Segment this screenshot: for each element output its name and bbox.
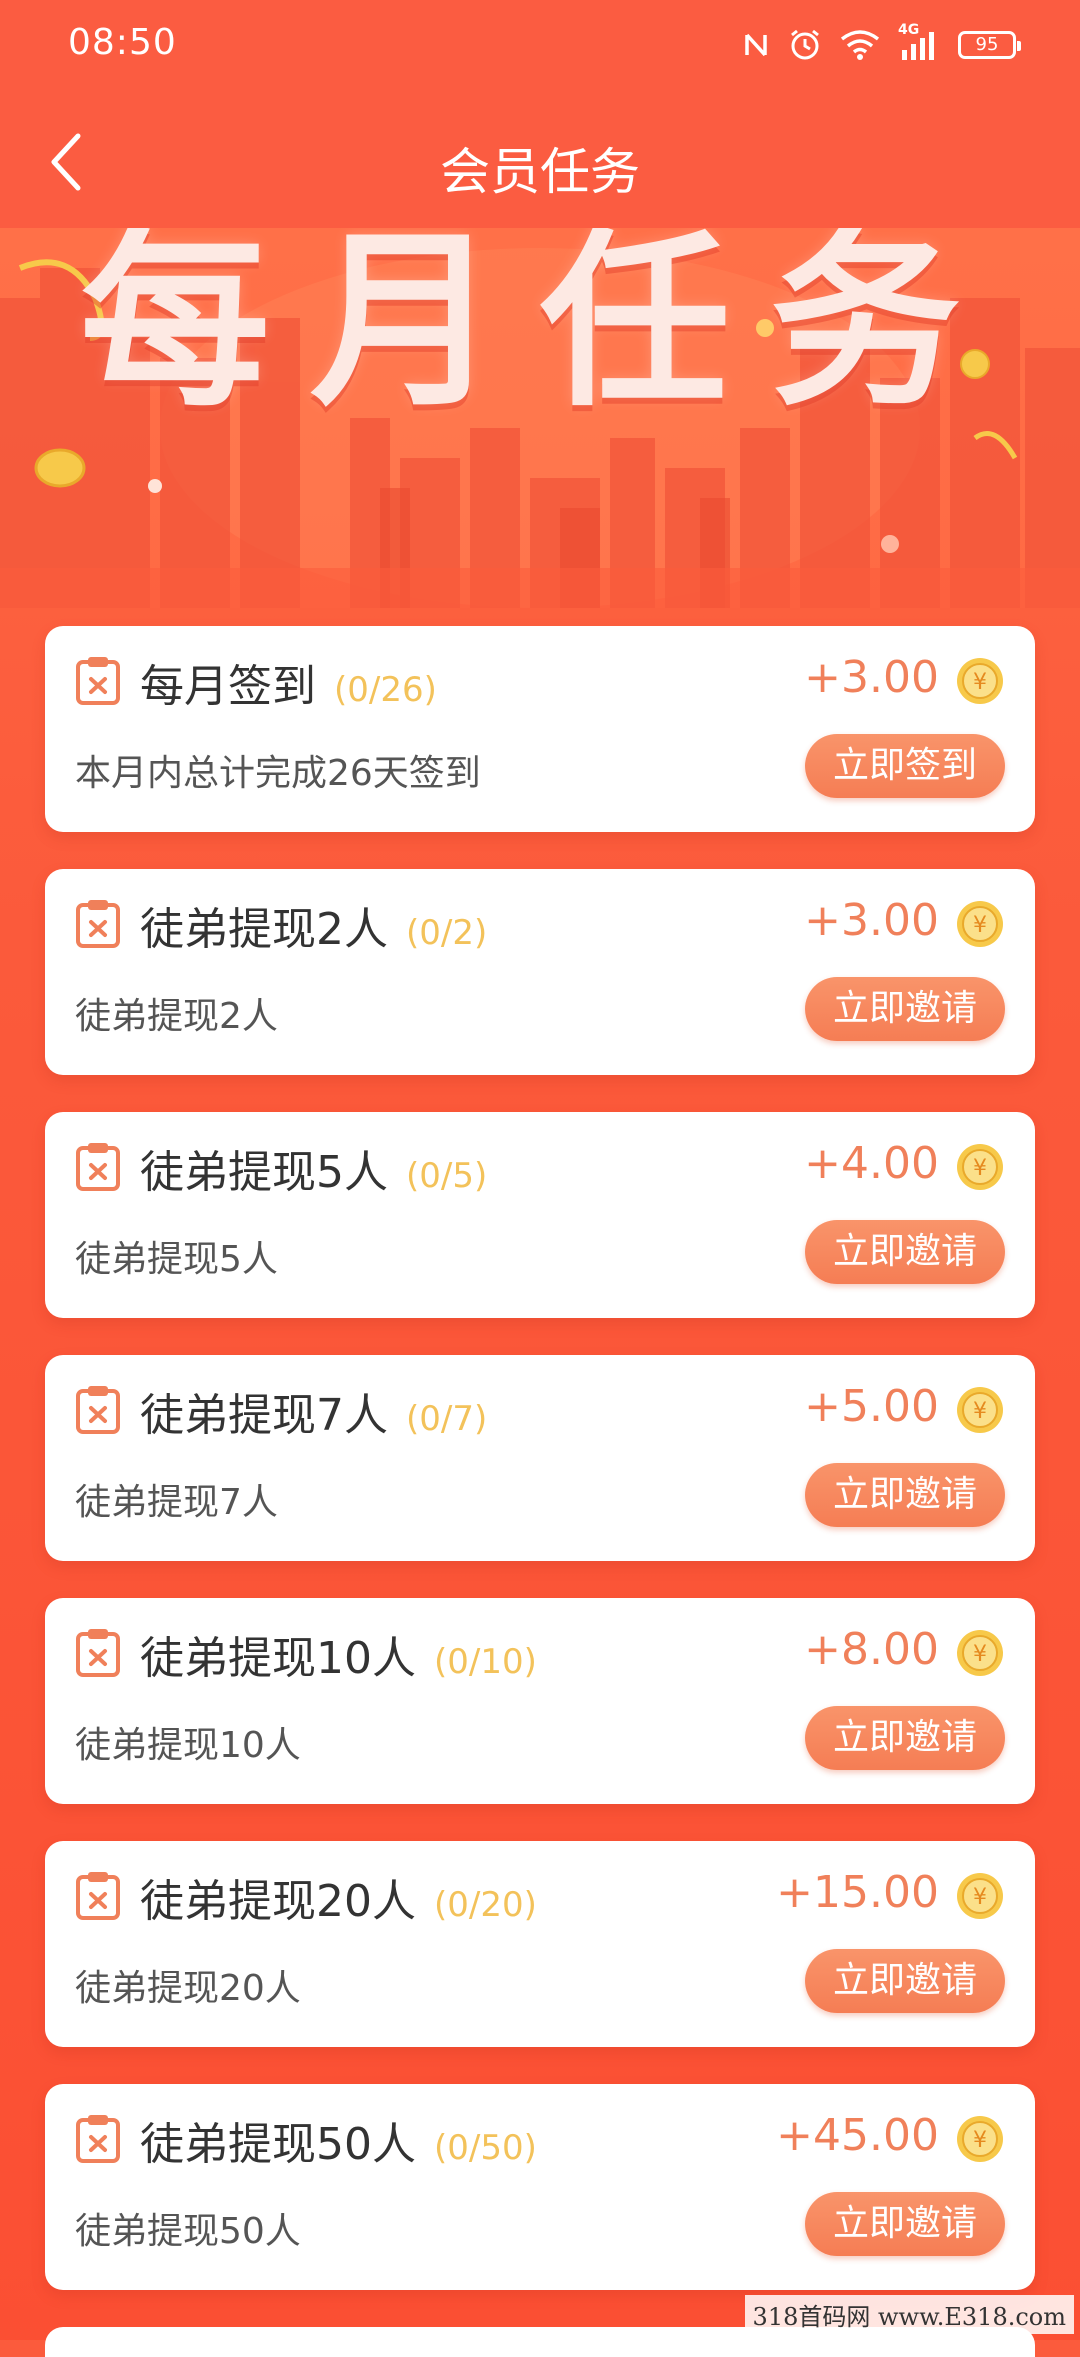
task-clipboard-icon xyxy=(76,900,120,948)
invite-now-button[interactable]: 立即邀请 xyxy=(805,1706,1005,1770)
task-description: 徒弟提现2人 xyxy=(75,996,278,1037)
task-card: 徒弟提现7人 (0/7) +5.00 ¥ 徒弟提现7人 立即邀请 xyxy=(45,1355,1035,1561)
task-title: 徒弟提现5人 xyxy=(140,1147,388,1198)
task-progress: (0/5) xyxy=(406,1156,488,1196)
alarm-icon xyxy=(791,29,819,60)
task-progress: (0/7) xyxy=(406,1399,488,1439)
svg-text:¥: ¥ xyxy=(973,2128,987,2153)
task-description: 徒弟提现50人 xyxy=(75,2211,301,2252)
sign-in-now-button[interactable]: 立即签到 xyxy=(805,734,1005,798)
task-title: 徒弟提现20人 xyxy=(140,1876,416,1927)
task-card: 徒弟提现10人 (0/10) +8.00 ¥ 徒弟提现10人 立即邀请 xyxy=(45,1598,1035,1804)
task-progress: (0/26) xyxy=(334,670,437,710)
task-title: 徒弟提现10人 xyxy=(140,1633,416,1684)
banner-title: 每月任务 xyxy=(79,228,1000,432)
task-card: 每月签到 (0/26) +3.00 ¥ 本月内总计完成26天签到 立即签到 xyxy=(45,626,1035,832)
coin-icon: ¥ xyxy=(957,901,1003,947)
task-card: 徒弟提现50人 (0/50) +45.00 ¥ 徒弟提现50人 立即邀请 xyxy=(45,2084,1035,2290)
invite-now-button[interactable]: 立即邀请 xyxy=(805,977,1005,1041)
coin-icon: ¥ xyxy=(957,2116,1003,2162)
task-progress: (0/2) xyxy=(406,913,488,953)
task-progress: (0/50) xyxy=(434,2128,537,2168)
task-clipboard-icon xyxy=(76,1629,120,1677)
svg-text:¥: ¥ xyxy=(973,1642,987,1667)
task-clipboard-icon xyxy=(76,657,120,705)
status-bar: 08:50 4G 95 xyxy=(0,0,1080,96)
task-description: 徒弟提现7人 xyxy=(75,1482,278,1523)
task-reward: +5.00 xyxy=(804,1381,939,1432)
svg-text:¥: ¥ xyxy=(973,1885,987,1910)
wifi-icon xyxy=(840,30,880,60)
svg-text:¥: ¥ xyxy=(973,913,987,938)
task-reward: +45.00 xyxy=(776,2110,939,2161)
task-progress: (0/20) xyxy=(434,1885,537,1925)
task-title: 徒弟提现2人 xyxy=(140,904,388,955)
task-reward: +8.00 xyxy=(804,1624,939,1675)
coin-icon: ¥ xyxy=(957,1630,1003,1676)
task-list: 每月签到 (0/26) +3.00 ¥ 本月内总计完成26天签到 立即签到 徒弟提… xyxy=(45,626,1035,2327)
page-title: 会员任务 xyxy=(440,143,640,201)
coin-icon: ¥ xyxy=(957,1387,1003,1433)
task-description: 本月内总计完成26天签到 xyxy=(75,753,481,794)
battery-icon: 95 xyxy=(958,31,1021,59)
invite-now-button[interactable]: 立即邀请 xyxy=(805,1220,1005,1284)
task-clipboard-icon xyxy=(76,1143,120,1191)
task-card: 徒弟提现2人 (0/2) +3.00 ¥ 徒弟提现2人 立即邀请 xyxy=(45,869,1035,1075)
task-reward: +15.00 xyxy=(776,1867,939,1918)
task-progress: (0/10) xyxy=(434,1642,537,1682)
coin-icon: ¥ xyxy=(957,1873,1003,1919)
monthly-task-banner: 每月任务 xyxy=(0,228,1080,608)
task-description: 徒弟提现20人 xyxy=(75,1968,301,2009)
task-title: 每月签到 xyxy=(140,661,316,712)
svg-text:¥: ¥ xyxy=(973,1399,987,1424)
navigation-bar: 会员任务 xyxy=(0,96,1080,228)
status-time: 08:50 xyxy=(68,22,177,63)
status-icons: 4G 95 xyxy=(742,22,1021,62)
task-clipboard-icon xyxy=(76,1386,120,1434)
task-description: 徒弟提现5人 xyxy=(75,1239,278,1280)
invite-now-button[interactable]: 立即邀请 xyxy=(805,1949,1005,2013)
task-card: 徒弟提现5人 (0/5) +4.00 ¥ 徒弟提现5人 立即邀请 xyxy=(45,1112,1035,1318)
task-title: 徒弟提现50人 xyxy=(140,2119,416,2170)
invite-now-button[interactable]: 立即邀请 xyxy=(805,1463,1005,1527)
task-clipboard-icon xyxy=(76,1872,120,1920)
svg-text:¥: ¥ xyxy=(973,1156,987,1181)
watermark: 318首码网 www.E318.com xyxy=(744,2295,1074,2334)
task-reward: +3.00 xyxy=(804,895,939,946)
nfc-icon xyxy=(745,33,767,57)
task-clipboard-icon xyxy=(76,2115,120,2163)
svg-text:¥: ¥ xyxy=(973,670,987,695)
task-card: 徒弟提现20人 (0/20) +15.00 ¥ 徒弟提现20人 立即邀请 xyxy=(45,1841,1035,2047)
task-reward: +4.00 xyxy=(804,1138,939,1189)
task-description: 徒弟提现10人 xyxy=(75,1725,301,1766)
task-title: 徒弟提现7人 xyxy=(140,1390,388,1441)
invite-now-button[interactable]: 立即邀请 xyxy=(805,2192,1005,2256)
coin-icon: ¥ xyxy=(957,658,1003,704)
coin-icon: ¥ xyxy=(957,1144,1003,1190)
task-reward: +3.00 xyxy=(804,652,939,703)
signal-icon: 4G xyxy=(898,22,940,62)
